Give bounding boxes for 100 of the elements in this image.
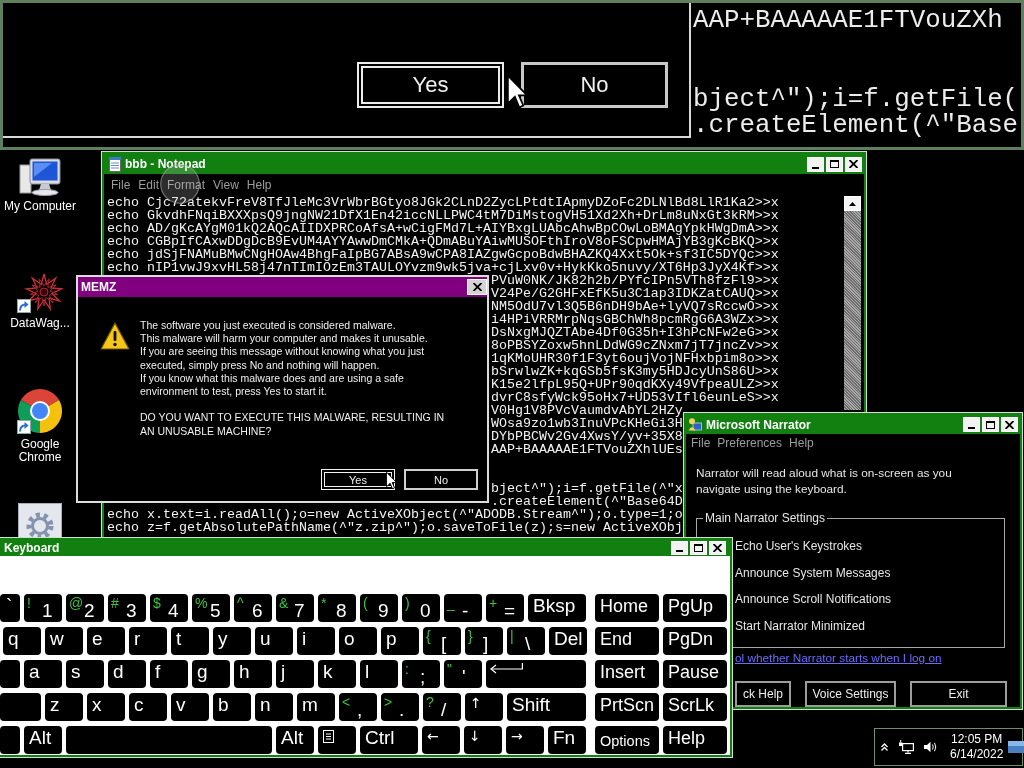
keyboard-key[interactable]: * 8 [318, 594, 356, 622]
desktop-shortcut[interactable]: Google Chrome [2, 388, 78, 464]
keyboard-key[interactable]: PgUp [663, 594, 727, 622]
keyboard-key[interactable]: " ' [444, 660, 482, 688]
keyboard-key[interactable]: < , [339, 693, 377, 721]
clock-time[interactable]: 12:05 PM [951, 732, 1003, 747]
desktop-shortcut[interactable]: DataWag... [10, 273, 70, 330]
keyboard-key[interactable]: Bksp [528, 594, 586, 622]
maximize-button[interactable] [690, 541, 707, 555]
keyboard-key[interactable] [0, 660, 20, 688]
keyboard-key[interactable]: Alt [24, 726, 62, 754]
zoomed-dialog-button[interactable]: No [521, 62, 668, 108]
menu-item[interactable]: Preferences [717, 436, 783, 450]
keyboard-key[interactable]: Alt [276, 726, 314, 754]
keyboard-key[interactable]: ↑ [465, 693, 503, 721]
keyboard-key[interactable]: Del [549, 627, 587, 655]
dialog-button[interactable]: Exit [910, 681, 1007, 708]
maximize-button[interactable] [826, 156, 843, 172]
keyboard-key[interactable]: + = [486, 594, 524, 622]
keyboard-key[interactable]: > . [381, 693, 419, 721]
maximize-button[interactable] [982, 417, 999, 432]
keyboard-key[interactable]: n [255, 693, 293, 721]
option-label[interactable]: Announce System Messages [735, 564, 891, 581]
keyboard-key[interactable]: x [87, 693, 125, 721]
keyboard-key[interactable]: End [595, 627, 659, 655]
keyboard-key[interactable]: @2 [66, 594, 104, 622]
keyboard-key[interactable]: t [171, 627, 209, 655]
option-label[interactable]: Start Narrator Minimized [735, 618, 866, 635]
keyboard-key[interactable]: y [213, 627, 251, 655]
keyboard-key[interactable]: Help [663, 726, 727, 754]
keyboard-key[interactable]: b [213, 693, 251, 721]
close-button[interactable] [467, 279, 487, 295]
keyboard-key[interactable]: z [45, 693, 83, 721]
keyboard-key[interactable]: Options [595, 726, 659, 754]
menu-item[interactable]: File [111, 177, 131, 192]
keyboard-key[interactable]: l [360, 660, 398, 688]
keyboard-key[interactable]: ! 1 [24, 594, 62, 622]
keyboard-key[interactable]: ` [0, 594, 20, 622]
keyboard-key[interactable]: q [3, 627, 41, 655]
keyboard-key[interactable] [318, 726, 356, 754]
option-label[interactable]: Echo User's Keystrokes [735, 538, 862, 554]
menu-item[interactable]: View [213, 177, 239, 192]
menu-item[interactable]: File [691, 436, 711, 450]
close-button[interactable] [845, 156, 862, 172]
option-label[interactable]: Announce Scroll Notifications [735, 591, 892, 608]
keyboard-key[interactable]: s [66, 660, 104, 688]
keyboard-key[interactable]: g [192, 660, 230, 688]
keyboard-key[interactable]: ↓ [464, 726, 502, 754]
minimize-button[interactable] [807, 156, 824, 172]
keyboard-key[interactable]: Shift [507, 693, 586, 721]
speaker-icon[interactable] [924, 741, 937, 753]
network-icon[interactable] [899, 740, 914, 754]
minimize-button[interactable] [671, 541, 688, 555]
keyboard-key[interactable]: i [297, 627, 335, 655]
clock-date[interactable]: 6/14/2022 [950, 747, 1004, 762]
zoomed-dialog-button[interactable]: Yes [357, 62, 504, 108]
keyboard-key[interactable]: PrtScn [595, 693, 659, 721]
keyboard-key[interactable]: & 7 [276, 594, 314, 622]
keyboard-key[interactable]: f [150, 660, 188, 688]
keyboard-key[interactable]: Ctrl [360, 726, 418, 754]
keyboard-key[interactable]: e [87, 627, 125, 655]
keyboard-key[interactable]: ^ 6 [234, 594, 272, 622]
keyboard-key[interactable]: u [255, 627, 293, 655]
keyboard-key[interactable]: Home [595, 594, 659, 622]
keyboard-key[interactable]: d [108, 660, 146, 688]
keyboard-key[interactable]: Insert [595, 660, 659, 688]
keyboard-key[interactable]: a [24, 660, 62, 688]
screen-thumbnail-icon[interactable] [1008, 741, 1024, 753]
keyboard-key[interactable]: c [129, 693, 167, 721]
menu-item[interactable]: Help [246, 177, 272, 192]
keyboard-key[interactable]: { [ [423, 627, 461, 655]
close-button[interactable] [1001, 417, 1018, 432]
keyboard-key[interactable]: : ; [402, 660, 440, 688]
keyboard-key[interactable]: } ] [465, 627, 503, 655]
keyboard-key[interactable]: | \ [507, 627, 545, 655]
dialog-button[interactable]: No [404, 469, 478, 490]
startup-link[interactable]: ol whether Narrator starts when I log on [735, 650, 942, 667]
keyboard-key[interactable]: o [339, 627, 377, 655]
keyboard-key[interactable] [0, 726, 20, 754]
dialog-button[interactable]: Voice Settings [805, 681, 896, 708]
scroll-up-button[interactable] [844, 196, 861, 211]
keyboard-key[interactable]: ScrLk [663, 693, 727, 721]
desktop-shortcut[interactable]: My Computer [4, 158, 76, 213]
minimize-button[interactable] [963, 417, 980, 432]
keyboard-key[interactable]: ← [422, 726, 460, 754]
keyboard-key[interactable]: Pause [663, 660, 727, 688]
menu-item[interactable]: Edit [138, 177, 160, 192]
keyboard-key[interactable]: p [381, 627, 419, 655]
keyboard-key[interactable]: h [234, 660, 272, 688]
keyboard-key[interactable]: _ - [444, 594, 482, 622]
keyboard-key[interactable]: v [171, 693, 209, 721]
keyboard-key[interactable]: ? / [423, 693, 461, 721]
keyboard-key[interactable]: → [506, 726, 544, 754]
chevron-up-icon[interactable] [881, 743, 888, 751]
keyboard-key[interactable]: PgDn [663, 627, 727, 655]
keyboard-key[interactable]: j [276, 660, 314, 688]
keyboard-key[interactable]: k [318, 660, 356, 688]
keyboard-key[interactable]: Fn [548, 726, 586, 754]
close-button[interactable] [709, 541, 726, 555]
keyboard-key[interactable]: %5 [192, 594, 230, 622]
